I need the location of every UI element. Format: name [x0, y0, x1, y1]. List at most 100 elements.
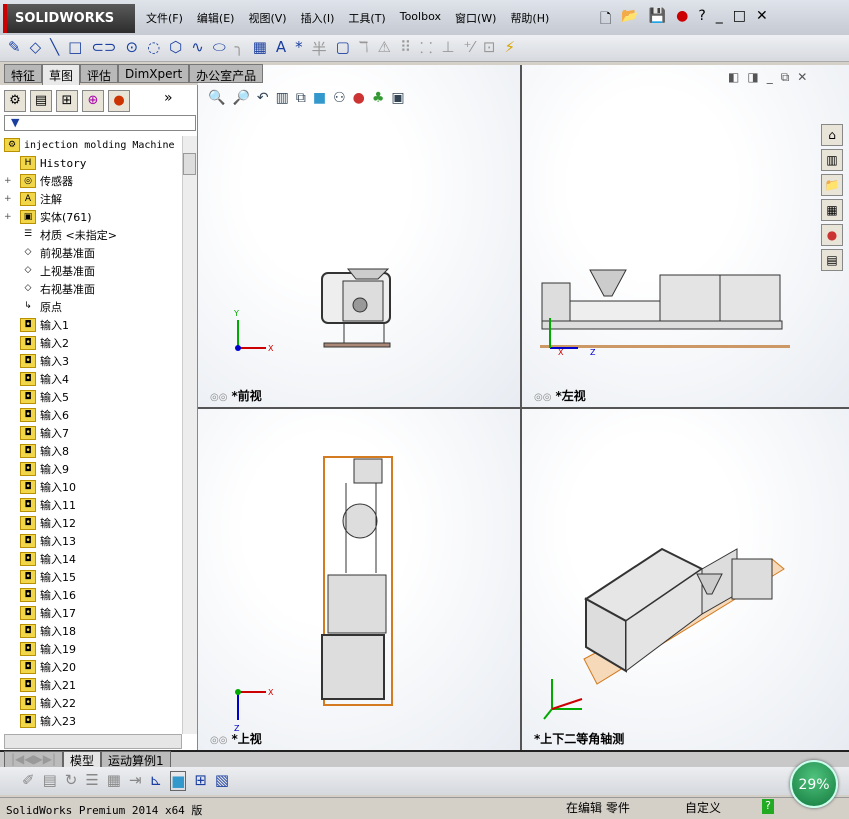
- resources-icon[interactable]: ⌂: [821, 124, 843, 146]
- tree-item[interactable]: ◇ 前视基准面: [4, 244, 182, 262]
- text-icon[interactable]: A: [276, 38, 286, 58]
- menu-toolbox[interactable]: Toolbox: [400, 10, 441, 26]
- minimize-icon[interactable]: _: [716, 8, 723, 32]
- new-doc-icon[interactable]: 🗋: [600, 8, 611, 32]
- open-icon[interactable]: 📂: [621, 8, 638, 32]
- scene-icon[interactable]: ♣: [372, 90, 385, 106]
- tree-item[interactable]: ◘ 输入19: [4, 640, 182, 658]
- tree-item[interactable]: + ▣ 实体(761): [4, 208, 182, 226]
- expand-icon[interactable]: +: [4, 176, 14, 186]
- tree-item[interactable]: ◘ 输入8: [4, 442, 182, 460]
- tab-sketch[interactable]: 草图: [42, 64, 81, 85]
- units-dropdown[interactable]: 自定义: [685, 799, 721, 816]
- tree-item[interactable]: ◇ 右视基准面: [4, 280, 182, 298]
- tile-left-icon[interactable]: ◧: [728, 70, 739, 85]
- menu-window[interactable]: 窗口(W): [455, 10, 496, 26]
- appearances-icon[interactable]: ●: [821, 224, 843, 246]
- viewport-top[interactable]: XZ ◎◎ *上视: [198, 409, 520, 750]
- tree-item[interactable]: ◘ 输入7: [4, 424, 182, 442]
- view-palette-icon[interactable]: ▦: [821, 199, 843, 221]
- grid-icon[interactable]: ▦: [107, 771, 121, 791]
- tree-item[interactable]: ◘ 输入9: [4, 460, 182, 478]
- viewport-restore-icon[interactable]: ⧉: [781, 70, 790, 85]
- view-settings-icon[interactable]: ▣: [391, 90, 404, 106]
- close-icon[interactable]: ✕: [756, 8, 768, 32]
- relations-icon[interactable]: ⊥: [441, 38, 454, 58]
- rapid-sketch-icon[interactable]: ⚡: [505, 38, 516, 58]
- tree-item[interactable]: + ◎ 传感器: [4, 172, 182, 190]
- viewport-close-icon[interactable]: ✕: [797, 70, 807, 85]
- tree-item[interactable]: ◘ 输入18: [4, 622, 182, 640]
- mirror-icon[interactable]: ⚠: [378, 38, 391, 58]
- property-manager-icon[interactable]: ▤: [30, 90, 52, 112]
- tree-item[interactable]: ◘ 输入5: [4, 388, 182, 406]
- tree-item[interactable]: ◘ 输入12: [4, 514, 182, 532]
- offset-icon[interactable]: ℸ: [359, 38, 369, 58]
- slot-icon[interactable]: ⊂⊃: [91, 38, 116, 58]
- design-library-icon[interactable]: ▥: [821, 149, 843, 171]
- report-icon[interactable]: ▧: [215, 771, 229, 791]
- shaded-cube-icon[interactable]: ■: [170, 771, 187, 791]
- tree-item[interactable]: ◘ 输入10: [4, 478, 182, 496]
- menu-edit[interactable]: 编辑(E): [197, 10, 235, 26]
- tree-scrollbar[interactable]: [182, 136, 197, 734]
- tree-item[interactable]: ◘ 输入21: [4, 676, 182, 694]
- line-icon[interactable]: ╲: [50, 38, 59, 58]
- tree-item[interactable]: ◘ 输入16: [4, 586, 182, 604]
- help-icon[interactable]: ?: [698, 8, 705, 32]
- menu-insert[interactable]: 插入(I): [301, 10, 335, 26]
- display-style-icon[interactable]: ■: [313, 90, 326, 106]
- fillet-icon[interactable]: ╮: [235, 38, 244, 58]
- tab-evaluate[interactable]: 评估: [80, 64, 119, 83]
- tree-horizontal-scrollbar[interactable]: [4, 734, 182, 749]
- rebuild-icon[interactable]: ●: [676, 8, 688, 32]
- viewport-left[interactable]: XZ ◎◎ *左视: [522, 65, 849, 407]
- zoom-area-icon[interactable]: 🔎: [232, 90, 249, 106]
- menu-tools[interactable]: 工具(T): [348, 10, 385, 26]
- file-explorer-icon[interactable]: 📁: [821, 174, 843, 196]
- spline-icon[interactable]: ∿: [191, 38, 204, 58]
- repair-icon[interactable]: ⁺⁄: [463, 38, 473, 58]
- stack-icon[interactable]: ▤: [43, 771, 57, 791]
- edit-icon[interactable]: ✐: [22, 771, 35, 791]
- viewport-minimize-icon[interactable]: _: [767, 70, 773, 85]
- smart-dimension-icon[interactable]: ◇: [30, 38, 42, 58]
- list-icon[interactable]: ☰: [85, 771, 98, 791]
- display-manager-icon[interactable]: ●: [108, 90, 130, 112]
- tree-item[interactable]: ◇ 上视基准面: [4, 262, 182, 280]
- tree-item[interactable]: ◘ 输入4: [4, 370, 182, 388]
- convert-icon[interactable]: ▢: [336, 38, 350, 58]
- zoom-to-fit-icon[interactable]: 🔍: [208, 90, 225, 106]
- point-icon[interactable]: *: [295, 38, 303, 58]
- menu-help[interactable]: 帮助(H): [510, 10, 549, 26]
- circle-icon[interactable]: ⊙: [125, 38, 138, 58]
- tile-right-icon[interactable]: ◨: [747, 70, 758, 85]
- trim-icon[interactable]: 半: [312, 38, 327, 58]
- quick-snap-icon[interactable]: ⊡: [483, 38, 496, 58]
- arc-icon[interactable]: ◌: [147, 38, 160, 58]
- viewport-isometric[interactable]: *上下二等角轴测: [522, 409, 849, 750]
- rotate-icon[interactable]: ↻: [65, 771, 78, 791]
- tree-scroll-thumb[interactable]: [183, 153, 196, 175]
- align-icon[interactable]: ⇥: [129, 771, 142, 791]
- view-orientation-icon[interactable]: ⧉: [296, 90, 306, 106]
- axes-icon[interactable]: ⊾: [150, 771, 163, 791]
- table-icon[interactable]: ⊞: [194, 771, 207, 791]
- viewport-splitter-vertical[interactable]: [520, 65, 522, 750]
- tree-item[interactable]: ◘ 输入23: [4, 712, 182, 730]
- ellipse-icon[interactable]: ⬭: [213, 38, 226, 58]
- viewport-front[interactable]: XY ◎◎ *前视: [198, 65, 520, 407]
- tab-office[interactable]: 办公室产品: [189, 64, 264, 83]
- viewport-splitter-horizontal[interactable]: [198, 407, 849, 409]
- rectangle-icon[interactable]: □: [68, 38, 82, 58]
- configuration-icon[interactable]: ⊞: [56, 90, 78, 112]
- tree-item[interactable]: ◘ 输入2: [4, 334, 182, 352]
- tree-item[interactable]: ◘ 输入1: [4, 316, 182, 334]
- restore-icon[interactable]: □: [733, 8, 746, 32]
- menu-file[interactable]: 文件(F): [146, 10, 183, 26]
- menu-view[interactable]: 视图(V): [248, 10, 286, 26]
- custom-properties-icon[interactable]: ▤: [821, 249, 843, 271]
- tree-item[interactable]: + A 注解: [4, 190, 182, 208]
- performance-badge[interactable]: 29%: [790, 760, 838, 808]
- tree-item[interactable]: ◘ 输入13: [4, 532, 182, 550]
